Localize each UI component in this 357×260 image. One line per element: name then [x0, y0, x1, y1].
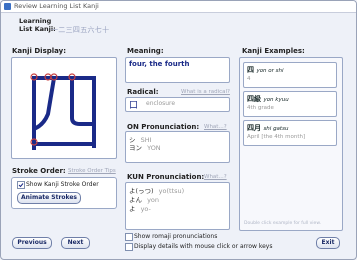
on-pronunciation-label: ON Pronunciation:: [127, 123, 200, 131]
radical-name: enclosure: [146, 100, 176, 107]
window-title: Review Learning List Kanji: [14, 2, 99, 10]
stroke-2: [34, 76, 96, 148]
example-item[interactable]: 四月 shi gatsu April [the 4th month]: [243, 120, 337, 146]
review-window: Review Learning List Kanji Learning List…: [0, 0, 357, 260]
on-romaji: YON: [147, 144, 161, 152]
example-item[interactable]: 四 yon or shi 4: [243, 62, 337, 88]
stroke-3: [33, 75, 57, 131]
kun-kana: よ: [129, 205, 136, 213]
check-icon: [18, 183, 24, 188]
app-icon: [4, 3, 11, 10]
display-details-checkbox[interactable]: [125, 243, 133, 251]
kanji-stroke-diagram: [30, 73, 96, 150]
kun-romaji: yo(ttsu): [158, 187, 185, 195]
radical-box: 口 enclosure: [125, 97, 230, 112]
example-word: 四 yon or shi: [247, 66, 284, 74]
on-item: ヨン YON: [129, 142, 161, 152]
example-word: 四月 shi gatsu: [247, 124, 289, 132]
kun-item: よ yo-: [129, 203, 151, 213]
kun-pronunciation-box: よ(っつ) yo(ttsu) よん yon よ yo-: [125, 182, 230, 230]
display-details-label: Display details with mouse click or arro…: [134, 243, 273, 250]
kun-pronunciation-label: KUN Pronunciation:: [127, 173, 205, 181]
example-meaning: April [the 4th month]: [247, 134, 306, 140]
radical-help-link[interactable]: What is a radical?: [181, 89, 230, 95]
previous-button[interactable]: Previous: [12, 237, 52, 249]
show-stroke-order-checkbox[interactable]: [17, 181, 25, 189]
examples-hint: Double click example for full view.: [244, 221, 322, 226]
example-item[interactable]: 四級 yon kyuu 4th grade: [243, 91, 337, 117]
kanji-examples-label: Kanji Examples:: [242, 47, 305, 55]
kun-romaji: yo-: [140, 205, 151, 213]
radical-label: Radical:: [127, 88, 159, 96]
show-stroke-order-label: Show Kanji Stroke Order: [26, 181, 99, 188]
stroke-4: [70, 76, 94, 126]
stroke-order-tips-link[interactable]: Stroke Order Tips: [68, 168, 116, 174]
meaning-label: Meaning:: [127, 47, 164, 55]
on-kana: ヨン: [129, 144, 142, 152]
kanji-display-label: Kanji Display:: [12, 47, 67, 55]
list-kanji-strip[interactable]: 一二三四五六七十: [51, 25, 109, 35]
radical-char: 口: [129, 101, 139, 111]
meaning-box: four, the fourth: [125, 57, 230, 83]
show-romaji-label: Show romaji pronunciations: [134, 233, 218, 240]
meaning-value: four, the fourth: [129, 60, 190, 68]
kanji-display-panel: [11, 57, 117, 159]
title-bar: Review Learning List Kanji: [1, 1, 356, 13]
animate-strokes-button[interactable]: Animate Strokes: [17, 192, 81, 204]
exit-button[interactable]: Exit: [316, 237, 340, 249]
on-help-link[interactable]: What...?: [204, 124, 227, 130]
list-label-line1: Learning: [19, 17, 52, 25]
stroke-order-label: Stroke Order:: [12, 167, 66, 175]
example-word: 四級 yon kyuu: [247, 95, 289, 103]
kun-help-link[interactable]: What...?: [204, 174, 227, 180]
next-button[interactable]: Next: [61, 237, 90, 249]
example-meaning: 4: [247, 76, 251, 82]
example-meaning: 4th grade: [247, 105, 274, 111]
show-romaji-checkbox[interactable]: [125, 233, 133, 241]
on-pronunciation-box: シ SHI ヨン YON: [125, 131, 230, 163]
